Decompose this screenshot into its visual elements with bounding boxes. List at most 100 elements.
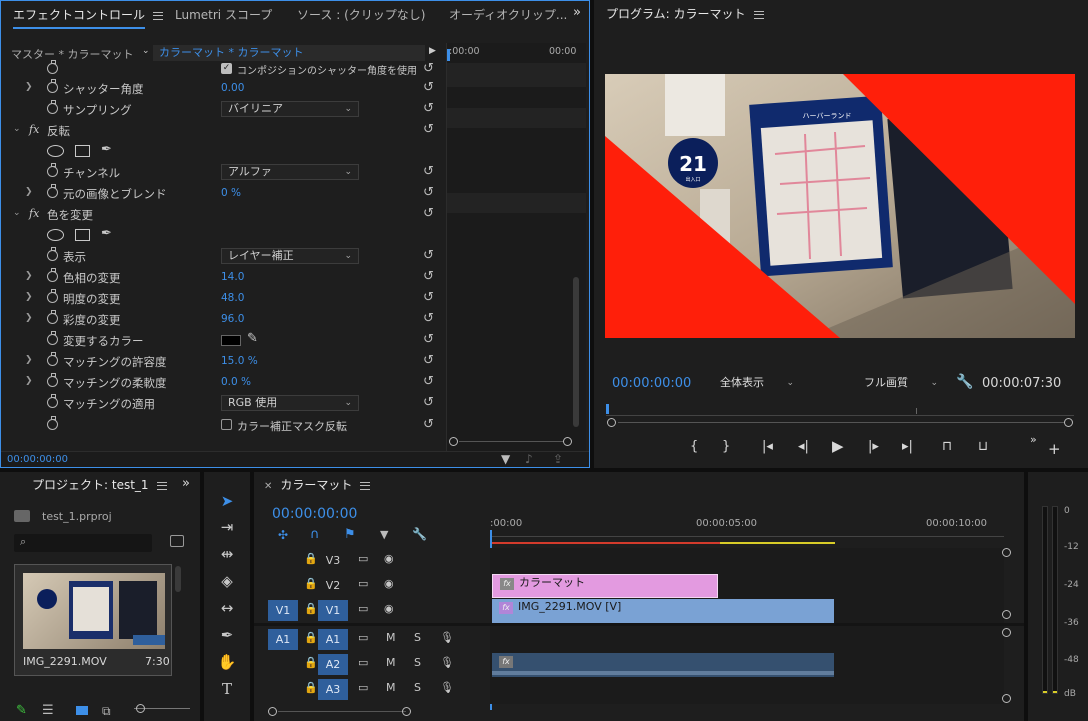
sync-lock-icon[interactable]: ▭ bbox=[358, 577, 368, 590]
ellipse-mask-icon[interactable] bbox=[47, 229, 64, 241]
lock-icon[interactable]: 🔒 bbox=[304, 577, 318, 590]
tab-timeline[interactable]: ✕ カラーマット bbox=[264, 472, 371, 498]
project-scrollbar[interactable] bbox=[175, 566, 181, 592]
stopwatch-icon[interactable] bbox=[47, 331, 58, 345]
chevron-right-icon[interactable]: ❯ bbox=[25, 82, 33, 92]
stopwatch-icon[interactable] bbox=[47, 163, 58, 177]
tab-lumetri-scopes[interactable]: Lumetri スコープ bbox=[175, 1, 272, 29]
reset-icon[interactable]: ↺ bbox=[423, 164, 434, 179]
mute-button[interactable]: M bbox=[386, 631, 396, 644]
zoom-dropdown[interactable]: 全体表示 ⌄ bbox=[714, 376, 800, 392]
shutter-angle-value[interactable]: 0.00 bbox=[221, 82, 244, 94]
razor-tool-icon[interactable]: ◈ bbox=[216, 570, 238, 592]
tab-source[interactable]: ソース : (クリップなし) bbox=[297, 1, 425, 29]
video-scroll-handle[interactable] bbox=[1002, 548, 1011, 557]
solo-button[interactable]: S bbox=[414, 631, 421, 644]
sync-lock-icon[interactable]: ▭ bbox=[358, 552, 368, 565]
project-clip-thumbnail[interactable]: IMG_2291.MOV 7:30 bbox=[14, 564, 172, 676]
stopwatch-icon[interactable] bbox=[47, 268, 58, 282]
freeform-view-icon[interactable]: ⧉ bbox=[102, 704, 111, 719]
scrub-handle-right[interactable] bbox=[1064, 418, 1073, 427]
wrench-icon[interactable]: 🔧 bbox=[412, 527, 427, 541]
fx-icon[interactable]: fx bbox=[29, 207, 39, 220]
linked-selection-icon[interactable]: ∩ bbox=[310, 527, 320, 542]
step-forward-button[interactable]: |▸ bbox=[868, 439, 879, 454]
saturation-value[interactable]: 96.0 bbox=[221, 313, 244, 325]
timeline-ruler[interactable]: :00:00 00:00:05:00 00:00:10:00 bbox=[490, 514, 1004, 546]
export-icon[interactable]: ⇪ bbox=[553, 452, 563, 466]
lock-icon[interactable]: 🔒 bbox=[304, 656, 318, 669]
tab-project[interactable]: プロジェクト: test_1 bbox=[32, 472, 167, 498]
reset-icon[interactable]: ↺ bbox=[423, 122, 434, 137]
go-to-out-button[interactable]: ▸| bbox=[902, 439, 913, 454]
fx-icon[interactable]: fx bbox=[29, 123, 39, 136]
tolerance-value[interactable]: 15.0 % bbox=[221, 355, 258, 367]
reset-icon[interactable]: ↺ bbox=[423, 248, 434, 263]
zoom-slider-handle[interactable] bbox=[136, 704, 145, 713]
chevron-right-icon[interactable]: ❯ bbox=[25, 292, 33, 302]
eye-icon[interactable]: ◉ bbox=[384, 552, 394, 565]
extract-button[interactable]: ⊔ bbox=[978, 439, 988, 454]
playhead-marker[interactable] bbox=[447, 49, 450, 61]
sync-lock-icon[interactable]: ▭ bbox=[358, 602, 368, 615]
stopwatch-icon[interactable] bbox=[47, 352, 58, 366]
panel-menu-icon[interactable] bbox=[360, 481, 371, 490]
chevron-down-icon[interactable]: ⌄ bbox=[13, 208, 21, 218]
marker-icon[interactable]: ▼ bbox=[380, 528, 388, 541]
lock-icon[interactable]: 🔒 bbox=[304, 681, 318, 694]
mic-icon[interactable]: 🎙 bbox=[440, 656, 454, 669]
mark-out-button[interactable]: } bbox=[722, 439, 730, 454]
zoom-handle-left[interactable] bbox=[449, 437, 458, 446]
eye-icon[interactable]: ◉ bbox=[384, 602, 394, 615]
blend-value[interactable]: 0 % bbox=[221, 187, 241, 199]
tab-program[interactable]: プログラム: カラーマット bbox=[606, 0, 764, 28]
track-select-tool-icon[interactable]: ⇥ bbox=[216, 516, 238, 538]
ellipse-mask-icon[interactable] bbox=[47, 145, 64, 157]
overflow-icon[interactable]: » bbox=[1030, 433, 1037, 446]
panel-menu-icon[interactable] bbox=[753, 10, 764, 19]
timeline-hscroll-right[interactable] bbox=[402, 707, 411, 716]
scrollbar[interactable] bbox=[573, 277, 579, 427]
reset-icon[interactable]: ↺ bbox=[423, 80, 434, 95]
program-video-frame[interactable]: 21 出入口 ハーバーランド bbox=[605, 74, 1075, 338]
overflow-icon[interactable]: » bbox=[182, 476, 190, 491]
reset-icon[interactable]: ↺ bbox=[423, 332, 434, 347]
channel-dropdown[interactable]: アルファ ⌄ bbox=[221, 164, 359, 180]
selection-tool-icon[interactable]: ➤ bbox=[216, 490, 238, 512]
sampling-dropdown[interactable]: バイリニア ⌄ bbox=[221, 101, 359, 117]
filter-icon[interactable]: ▼ bbox=[501, 452, 510, 466]
video-scroll-handle[interactable] bbox=[1002, 610, 1011, 619]
slip-tool-icon[interactable]: ↔ bbox=[216, 597, 238, 619]
sync-lock-icon[interactable]: ▭ bbox=[358, 681, 368, 694]
play-triangle-icon[interactable]: ▶ bbox=[429, 46, 436, 56]
chevron-right-icon[interactable]: ❯ bbox=[25, 376, 33, 386]
stopwatch-icon[interactable] bbox=[47, 394, 58, 408]
stopwatch-icon[interactable] bbox=[47, 60, 58, 74]
lock-icon[interactable]: 🔒 bbox=[304, 602, 318, 615]
step-back-button[interactable]: ◂| bbox=[798, 439, 809, 454]
pen-mask-icon[interactable]: ✒ bbox=[101, 226, 112, 241]
rectangle-mask-icon[interactable] bbox=[75, 145, 90, 157]
reset-icon[interactable]: ↺ bbox=[423, 290, 434, 305]
solo-button[interactable]: S bbox=[414, 681, 421, 694]
reset-icon[interactable]: ↺ bbox=[423, 101, 434, 116]
type-tool-icon[interactable]: T bbox=[216, 678, 238, 700]
close-icon[interactable]: ✕ bbox=[264, 481, 272, 492]
stopwatch-icon[interactable] bbox=[47, 310, 58, 324]
reset-icon[interactable]: ↺ bbox=[423, 61, 434, 76]
stopwatch-icon[interactable] bbox=[47, 184, 58, 198]
go-to-in-button[interactable]: |◂ bbox=[762, 439, 773, 454]
lock-icon[interactable]: 🔒 bbox=[304, 552, 318, 565]
stopwatch-icon[interactable] bbox=[47, 289, 58, 303]
reset-icon[interactable]: ↺ bbox=[423, 311, 434, 326]
panel-menu-icon[interactable] bbox=[153, 11, 164, 20]
shutter-checkbox[interactable]: ✓ bbox=[221, 63, 232, 74]
stopwatch-icon[interactable] bbox=[47, 100, 58, 114]
pen-tool-icon[interactable]: ✒ bbox=[216, 624, 238, 646]
list-view-icon[interactable]: ☰ bbox=[42, 703, 54, 718]
panel-overflow-icon[interactable]: » bbox=[573, 5, 581, 20]
rectangle-mask-icon[interactable] bbox=[75, 229, 90, 241]
project-search-input[interactable]: ⌕ bbox=[14, 534, 152, 552]
quality-dropdown[interactable]: フル画質 ⌄ bbox=[858, 376, 944, 392]
reset-icon[interactable]: ↺ bbox=[423, 353, 434, 368]
